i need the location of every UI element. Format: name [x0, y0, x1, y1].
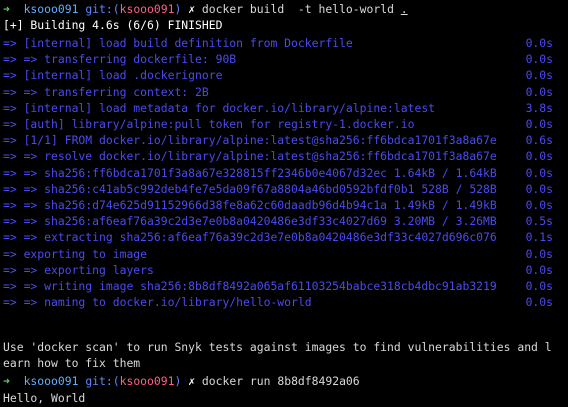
prompt-line-run: ➜ ksooo091 git:(ksooo091) ✗ docker run 8…	[3, 373, 360, 389]
build-step-line: => [auth] library/alpine:pull token for …	[3, 116, 565, 132]
build-step-time: 0.0s	[525, 246, 553, 261]
build-step-time: 0.0s	[525, 198, 553, 212]
build-step-line: => => transferring context: 2B 0.0s	[3, 84, 565, 100]
build-step-time: 0.0s	[525, 52, 553, 67]
build-step-time: 0.0s	[525, 36, 553, 50]
build-step-line: => => sha256:ff6bdca1701f3a8a67e328815ff…	[3, 165, 565, 181]
build-step-text: => => transferring context: 2B	[3, 84, 209, 99]
prompt-line-build: ➜ ksooo091 git:(ksooo091) ✗ docker build…	[3, 1, 408, 17]
terminal-window[interactable]: ➜ ksooo091 git:(ksooo091) ✗ docker build…	[0, 0, 568, 407]
program-output: Hello, World	[3, 391, 86, 405]
build-step-time: 0.0s	[525, 149, 553, 164]
build-step-text: => => resolve docker.io/library/alpine:l…	[3, 149, 497, 164]
build-step-time: 0.0s	[525, 165, 553, 180]
build-step-line: => [internal] load .dockerignore 0.0s	[3, 67, 565, 83]
command-context-dot: .	[400, 2, 408, 16]
git-branch: ksooo091	[119, 2, 175, 16]
build-step-line: => [internal] load build definition from…	[3, 35, 565, 51]
build-step-text: => [internal] load build definition from…	[3, 36, 353, 50]
build-step-line: => [internal] load metadata for docker.i…	[3, 100, 565, 116]
build-step-line: => [1/1] FROM docker.io/library/alpine:l…	[3, 132, 565, 148]
build-step-line: => => naming to docker.io/library/hello-…	[3, 294, 565, 310]
prompt-user: ksooo091	[23, 374, 79, 388]
command-text: docker run 8b8df8492a06	[201, 374, 360, 388]
build-step-time: 0.0s	[525, 181, 553, 196]
git-label-close: )	[174, 374, 182, 388]
build-step-line: => => resolve docker.io/library/alpine:l…	[3, 148, 565, 164]
build-step-time: 0.0s	[525, 84, 553, 99]
build-step-text: => => extracting sha256:af6eaf76a39c2d3e…	[3, 230, 497, 245]
build-step-time: 0.0s	[525, 117, 553, 131]
build-step-line: => => writing image sha256:8b8df8492a065…	[3, 278, 565, 294]
scan-message-line1: Use 'docker scan' to run Snyk tests agai…	[3, 340, 552, 354]
build-step-line: => => sha256:d74e625d91152966d38fe8a62c6…	[3, 197, 565, 213]
prompt-arrow-icon: ➜	[3, 2, 10, 16]
build-header: [+] Building 4.6s (6/6) FINISHED	[3, 18, 223, 32]
git-label-close: )	[174, 2, 182, 16]
build-step-text: => => sha256:d74e625d91152966d38fe8a62c6…	[3, 198, 497, 212]
build-step-line: => => exporting layers 0.0s	[3, 262, 565, 278]
build-step-text: => => naming to docker.io/library/hello-…	[3, 295, 312, 310]
build-step-text: => [auth] library/alpine:pull token for …	[3, 117, 415, 131]
git-label: git:(	[85, 374, 120, 388]
build-step-time: 0.1s	[525, 230, 553, 245]
build-step-line: => exporting to image 0.0s	[3, 246, 565, 262]
build-step-time: 3.8s	[525, 100, 553, 115]
build-step-text: => exporting to image	[3, 246, 148, 261]
build-step-text: => => sha256:c41ab5c992deb4fe7e5da09f67a…	[3, 181, 497, 196]
build-step-time: 0.0s	[525, 262, 553, 277]
build-step-line: => => transferring dockerfile: 90B 0.0s	[3, 51, 565, 67]
git-branch: ksooo091	[119, 374, 175, 388]
build-step-text: => => exporting layers	[3, 262, 154, 277]
dirty-mark-icon: ✗	[188, 374, 196, 388]
build-step-text: => [1/1] FROM docker.io/library/alpine:l…	[3, 133, 497, 148]
build-step-text: => => sha256:ff6bdca1701f3a8a67e328815ff…	[3, 165, 497, 180]
build-step-time: 0.0s	[525, 68, 553, 83]
prompt-user: ksooo091	[23, 2, 79, 16]
build-step-time: 0.0s	[525, 279, 553, 293]
build-step-line: => => sha256:af6eaf76a39c2d3e7e0b8a04204…	[3, 213, 565, 229]
build-step-line: => => sha256:c41ab5c992deb4fe7e5da09f67a…	[3, 181, 565, 197]
build-step-text: => => transferring dockerfile: 90B	[3, 52, 237, 67]
build-step-text: => [internal] load metadata for docker.i…	[3, 100, 436, 115]
build-step-time: 0.5s	[525, 214, 553, 229]
prompt-arrow-icon: ➜	[3, 374, 10, 388]
build-step-text: => [internal] load .dockerignore	[3, 68, 223, 83]
dirty-mark-icon: ✗	[188, 2, 196, 16]
git-label: git:(	[85, 2, 120, 16]
build-step-text: => => writing image sha256:8b8df8492a065…	[3, 279, 497, 293]
command-text: docker build -t hello-world	[201, 2, 401, 16]
build-step-text: => => sha256:af6eaf76a39c2d3e7e0b8a04204…	[3, 214, 497, 229]
build-step-time: 0.6s	[525, 133, 553, 148]
build-step-line: => => extracting sha256:af6eaf76a39c2d3e…	[3, 229, 565, 245]
scan-message-line2: earn how to fix them	[3, 356, 141, 370]
build-step-time: 0.0s	[525, 295, 553, 310]
